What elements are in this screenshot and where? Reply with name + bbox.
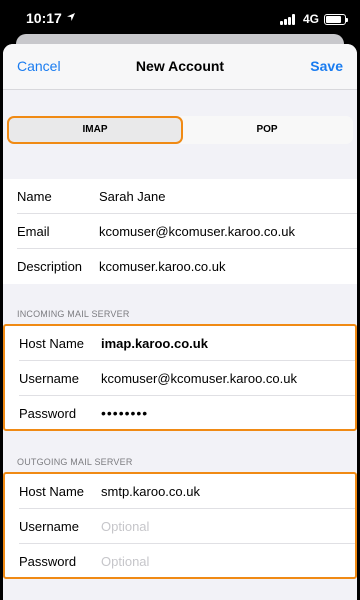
incoming-username-row[interactable]: Username kcomuser@kcomuser.karoo.co.uk [5, 361, 355, 396]
location-arrow-icon [67, 13, 75, 21]
incoming-host-row[interactable]: Host Name imap.karoo.co.uk [5, 326, 355, 361]
incoming-host-label: Host Name [19, 336, 85, 351]
status-bar: 10:17 4G [0, 0, 360, 38]
outgoing-host-label: Host Name [19, 484, 85, 499]
outgoing-password-row[interactable]: Password Optional [5, 544, 355, 579]
signal-icon [279, 13, 298, 25]
save-button[interactable]: Save [310, 58, 343, 74]
description-field[interactable]: kcomuser.karoo.co.uk [99, 259, 225, 274]
incoming-password-row[interactable]: Password •••••••• [5, 396, 355, 431]
navigation-bar: Cancel New Account Save [3, 44, 357, 90]
outgoing-server-header: OUTGOING MAIL SERVER [17, 457, 133, 467]
incoming-username-field[interactable]: kcomuser@kcomuser.karoo.co.uk [101, 371, 297, 386]
battery-fill [326, 15, 342, 23]
outgoing-username-label: Username [19, 519, 79, 534]
protocol-segment-wrapper: IMAP POP [3, 116, 357, 146]
protocol-segmented-control: IMAP POP [7, 116, 353, 144]
incoming-password-field[interactable]: •••••••• [101, 405, 148, 421]
incoming-username-label: Username [19, 371, 79, 386]
outgoing-password-label: Password [19, 554, 77, 569]
segment-imap[interactable]: IMAP [9, 118, 181, 142]
incoming-host-field[interactable]: imap.karoo.co.uk [101, 336, 208, 351]
status-icons: 4G [279, 12, 348, 26]
battery-icon [324, 13, 348, 25]
email-label: Email [17, 224, 50, 239]
outgoing-host-field[interactable]: smtp.karoo.co.uk [101, 484, 200, 499]
incoming-server-group: Host Name imap.karoo.co.uk Username kcom… [3, 324, 357, 431]
email-field[interactable]: kcomuser@kcomuser.karoo.co.uk [99, 224, 295, 239]
name-row[interactable]: Name Sarah Jane [3, 179, 357, 214]
incoming-server-header: INCOMING MAIL SERVER [17, 309, 130, 319]
account-info-group: Name Sarah Jane Email kcomuser@kcomuser.… [3, 179, 357, 284]
incoming-password-label: Password [19, 406, 77, 421]
outgoing-host-row[interactable]: Host Name smtp.karoo.co.uk [5, 474, 355, 509]
outgoing-username-field[interactable]: Optional [101, 519, 149, 534]
outgoing-password-field[interactable]: Optional [101, 554, 149, 569]
description-row[interactable]: Description kcomuser.karoo.co.uk [3, 249, 357, 284]
name-field[interactable]: Sarah Jane [99, 189, 166, 204]
outgoing-username-row[interactable]: Username Optional [5, 509, 355, 544]
status-time: 10:17 [26, 10, 62, 26]
email-row[interactable]: Email kcomuser@kcomuser.karoo.co.uk [3, 214, 357, 249]
page-title: New Account [135, 58, 225, 74]
outgoing-server-group: Host Name smtp.karoo.co.uk Username Opti… [3, 472, 357, 579]
name-label: Name [17, 189, 52, 204]
new-account-sheet: Cancel New Account Save IMAP POP Name Sa… [3, 44, 357, 600]
segment-pop[interactable]: POP [183, 118, 351, 142]
network-label: 4G [302, 12, 319, 26]
description-label: Description [17, 259, 83, 274]
